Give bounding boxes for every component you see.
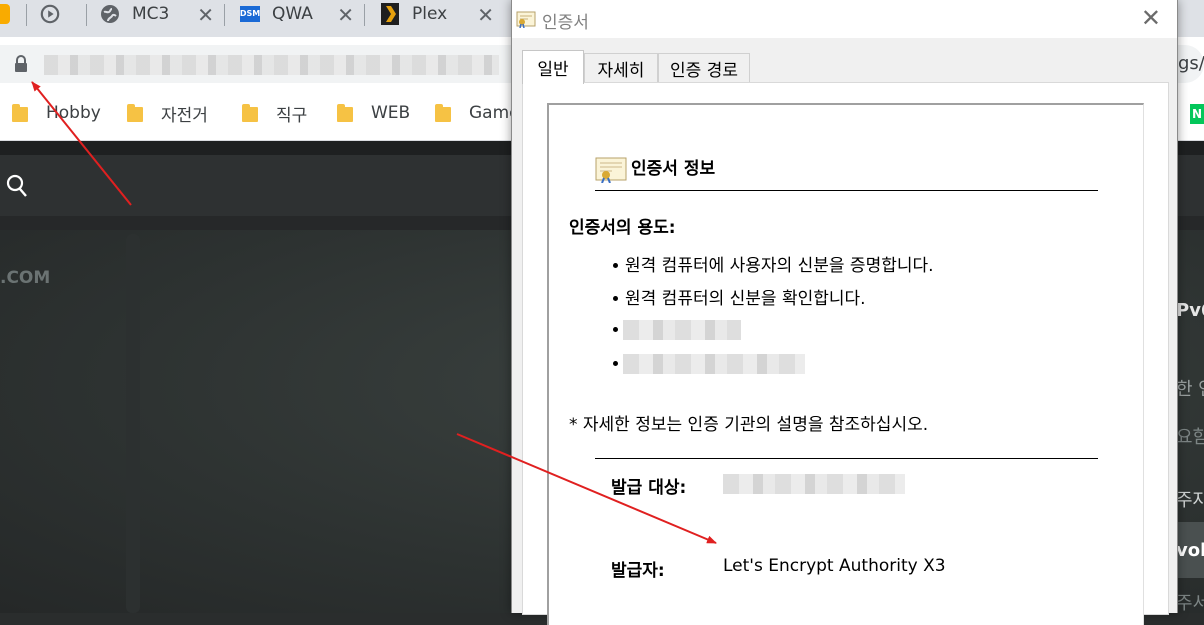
tab-general[interactable]: 일반 xyxy=(522,50,584,84)
annotation-overlay xyxy=(31,81,717,544)
annotation-arrow-issuer xyxy=(456,433,717,544)
annotation-arrow-lock xyxy=(31,81,132,206)
